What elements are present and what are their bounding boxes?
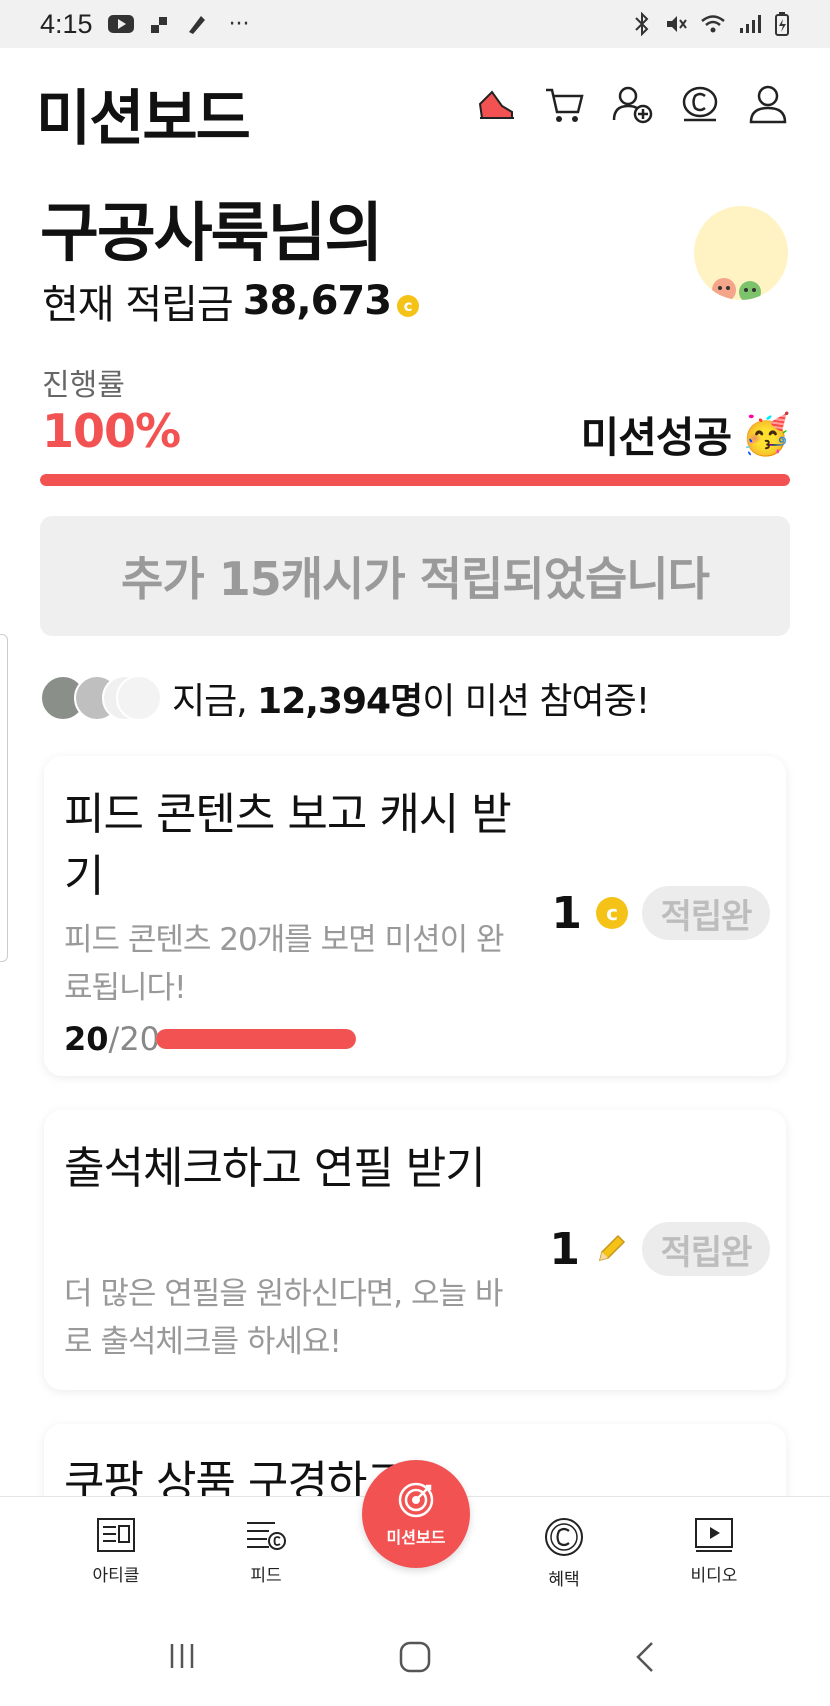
participants-text: 지금, 12,394명이 미션 참여중! (172, 672, 650, 724)
edge-panel-handle[interactable] (0, 634, 8, 962)
mission-progress: 20 /20 (64, 1020, 357, 1058)
participant-avatar (116, 675, 162, 721)
mission-success-text: 미션성공 (580, 413, 733, 462)
status-time: 4:15 (40, 8, 93, 39)
nav-item-benefit[interactable]: 혜택 (504, 1517, 624, 1590)
back-icon[interactable] (632, 1640, 658, 1674)
pencil-icon (598, 1234, 626, 1262)
home-icon[interactable] (398, 1640, 432, 1674)
nav-item-missionboard[interactable]: 미션보드 (362, 1460, 470, 1568)
nav-item-video[interactable]: 비디오 (654, 1517, 774, 1586)
app-header: 미션보드 (0, 48, 830, 158)
signal-icon (740, 15, 761, 33)
progress-value: 100% (42, 404, 181, 458)
mission-progress-fill (156, 1029, 357, 1049)
wifi-icon (701, 15, 725, 33)
nav-label: 아티클 (92, 1566, 140, 1586)
nav-label: 피드 (250, 1566, 282, 1586)
avatar[interactable] (694, 206, 788, 300)
balance-label: 현재 적립금 (42, 282, 234, 328)
progress-total: /20 (108, 1020, 161, 1058)
cash-icon[interactable] (678, 82, 722, 126)
video-icon (695, 1518, 733, 1552)
add-friend-icon[interactable] (610, 82, 654, 126)
coin-icon: c (397, 295, 420, 317)
participants-count: 12,394명 (257, 681, 423, 722)
progress-label: 진행률 (42, 368, 125, 403)
progress-done: 20 (64, 1020, 109, 1058)
benefit-icon (545, 1518, 583, 1556)
status-bar: 4:15 ··· (0, 0, 830, 48)
nav-label: 미션보드 (386, 1528, 446, 1547)
mission-reward: 1 c 적립완 (551, 886, 770, 940)
progress-bar-fill (40, 474, 790, 486)
nav-item-article[interactable]: 아티클 (56, 1517, 176, 1586)
mission-card-feed[interactable]: 피드 콘텐츠 보고 캐시 받기 피드 콘텐츠 20개를 보면 미션이 완료됩니다… (44, 756, 786, 1076)
profile-icon[interactable] (746, 82, 790, 126)
progress-bar (40, 474, 790, 486)
feed-icon (247, 1522, 286, 1550)
participants-prefix: 지금, (172, 681, 258, 722)
sneaker-icon[interactable] (474, 82, 518, 126)
more-notifications-icon: ··· (228, 11, 250, 37)
mission-title: 출석체크하고 연필 받기 (64, 1143, 486, 1194)
party-face-icon: 🥳 (741, 412, 791, 458)
nav-item-feed[interactable]: 피드 (206, 1517, 326, 1586)
bluetooth-icon (635, 12, 649, 36)
coin-icon: c (596, 897, 628, 929)
mission-desc: 피드 콘텐츠 20개를 보면 미션이 완료됩니다! (64, 922, 504, 1006)
recent-apps-icon[interactable] (166, 1640, 198, 1672)
participants-suffix: 이 미션 참여중! (422, 681, 650, 722)
page-title: 미션보드 (36, 84, 251, 154)
balance-value: 38,673 (242, 278, 392, 324)
status-badge[interactable]: 적립완 (642, 1222, 770, 1276)
youtube-icon (107, 15, 134, 33)
mission-reward: 1 적립완 (549, 1222, 770, 1276)
reward-amount: 1 (551, 887, 582, 939)
target-icon (398, 1482, 434, 1518)
mission-card-attendance[interactable]: 출석체크하고 연필 받기 더 많은 연필을 원하신다면, 오늘 바로 출석체크를… (44, 1110, 786, 1390)
system-navigation-bar (0, 1618, 830, 1706)
participant-avatars (40, 675, 162, 721)
mission-desc: 더 많은 연필을 원하신다면, 오늘 바로 출석체크를 하세요! (64, 1276, 503, 1360)
character-illustration (712, 278, 761, 300)
pen-notification-icon (188, 16, 205, 34)
user-greeting: 구공사룩님의 (40, 197, 383, 271)
mission-title: 피드 콘텐츠 보고 캐시 받기 (64, 789, 512, 902)
status-badge[interactable]: 적립완 (642, 886, 770, 940)
nav-label: 비디오 (690, 1566, 738, 1586)
mute-icon (667, 16, 687, 32)
nav-label: 혜택 (548, 1570, 580, 1590)
mission-progress-bar (156, 1029, 357, 1049)
reward-amount: 1 (549, 1223, 580, 1275)
cart-icon[interactable] (542, 82, 586, 126)
article-icon (97, 1518, 135, 1552)
participants-row: 지금, 12,394명이 미션 참여중! (40, 672, 650, 724)
battery-icon (775, 12, 789, 36)
balance-row: 현재 적립금 38,673 c (42, 272, 420, 330)
bonus-banner: 추가 15캐시가 적립되었습니다 (40, 516, 790, 636)
app-notification-icon (150, 17, 167, 33)
mission-success-label: 미션성공 🥳 (580, 404, 791, 465)
